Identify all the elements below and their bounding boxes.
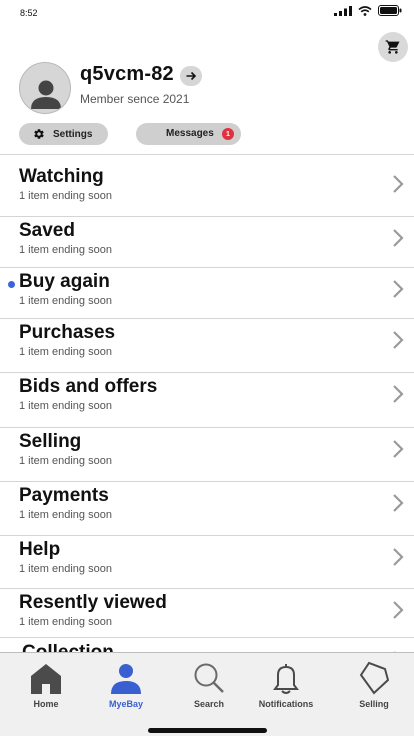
tab-label: Home (33, 699, 59, 709)
menu-row-bids-and-offers[interactable]: Bids and offers 1 item ending soon (0, 372, 414, 427)
home-indicator (148, 728, 267, 733)
chevron-right-icon (393, 280, 404, 298)
search-icon (194, 663, 224, 693)
tab-home[interactable]: Home (6, 661, 86, 721)
menu-row-subtitle: 1 item ending soon (19, 509, 112, 521)
menu-row-subtitle: 1 item ending soon (19, 346, 112, 358)
menu-row-resently-viewed[interactable]: Resently viewed 1 item ending soon (0, 588, 414, 637)
tab-myebay[interactable]: MyeBay (86, 661, 166, 721)
messages-count-badge: 1 (222, 128, 234, 140)
battery-icon (378, 5, 402, 16)
menu-row-title: Payments (19, 485, 109, 506)
chevron-right-icon (393, 548, 404, 566)
chevron-right-icon (393, 331, 404, 349)
bell-icon (273, 664, 299, 694)
tab-label: Selling (359, 699, 389, 709)
cart-icon (385, 40, 400, 54)
menu-row-title: Purchases (19, 322, 116, 343)
menu-row-watching[interactable]: Watching 1 item ending soon (0, 154, 414, 216)
tab-notifications[interactable]: Notifications (246, 661, 326, 721)
menu-list: Watching 1 item ending soon Saved 1 item en… (0, 154, 414, 652)
settings-button[interactable]: Settings (19, 123, 108, 145)
menu-row-help[interactable]: Help 1 item ending soon (0, 535, 414, 588)
menu-row-subtitle: 1 item ending soon (19, 190, 112, 202)
chevron-right-icon (393, 440, 404, 458)
menu-row-subtitle: 1 item ending soon (19, 400, 112, 412)
wifi-icon (358, 5, 372, 16)
tab-selling[interactable]: Selling (334, 661, 414, 721)
chevron-right-icon (393, 175, 404, 193)
menu-row-subtitle: 1 item ending soon (19, 563, 112, 575)
chevron-right-icon (393, 229, 404, 247)
menu-row-saved[interactable]: Saved 1 item ending soon (0, 216, 414, 267)
menu-row-title: Bids and offers (19, 376, 158, 397)
menu-row-purchases[interactable]: Purchases 1 item ending soon (0, 318, 414, 372)
menu-row-subtitle: 1 item ending soon (19, 455, 112, 467)
member-since: Member sence 2021 (80, 92, 190, 106)
menu-row-payments[interactable]: Payments 1 item ending soon (0, 481, 414, 535)
menu-row-buy-again[interactable]: Buy again 1 item ending soon (0, 267, 414, 318)
menu-row-title: Resently viewed (19, 592, 167, 613)
menu-row-subtitle: 1 item ending soon (19, 295, 112, 307)
profile-arrow-button[interactable] (180, 66, 202, 86)
chevron-right-icon (393, 385, 404, 403)
menu-row-title: Collection (22, 642, 114, 652)
menu-row-subtitle: 1 item ending soon (19, 616, 112, 628)
signal-icon (334, 5, 352, 16)
status-bar: 8:52 (0, 0, 414, 26)
person-silhouette-icon (31, 80, 61, 109)
settings-label: Settings (53, 128, 93, 140)
menu-row-title: Watching (19, 166, 104, 187)
tag-icon (359, 661, 390, 695)
messages-label: Messages (166, 128, 214, 139)
menu-row-title: Buy again (19, 271, 110, 292)
tab-label: Notifications (258, 699, 314, 709)
menu-row-collection[interactable]: Collection (0, 637, 414, 652)
arrow-right-icon (186, 71, 197, 81)
person-icon (111, 664, 141, 694)
avatar[interactable] (19, 62, 71, 114)
menu-row-subtitle: 1 item ending soon (19, 244, 112, 256)
cart-button[interactable] (378, 32, 408, 62)
tab-label: Search (193, 699, 225, 709)
messages-button[interactable]: Messages 1 (136, 123, 241, 145)
home-icon (31, 664, 61, 694)
tab-search[interactable]: Search (169, 661, 249, 721)
unread-dot (8, 281, 15, 288)
tab-label: MyeBay (108, 699, 144, 709)
menu-row-title: Help (19, 539, 61, 560)
status-icons (334, 5, 402, 16)
menu-row-title: Saved (19, 220, 75, 241)
username: q5vcm-82 (80, 63, 174, 85)
gear-icon (34, 129, 44, 139)
chevron-right-icon (393, 601, 404, 619)
chevron-right-icon (393, 494, 404, 512)
menu-row-title: Selling (19, 431, 82, 452)
status-time: 8:52 (20, 8, 38, 18)
bottom-tab-bar: Home MyeBay Search Notifications Selling (0, 652, 414, 736)
menu-row-selling[interactable]: Selling 1 item ending soon (0, 427, 414, 481)
